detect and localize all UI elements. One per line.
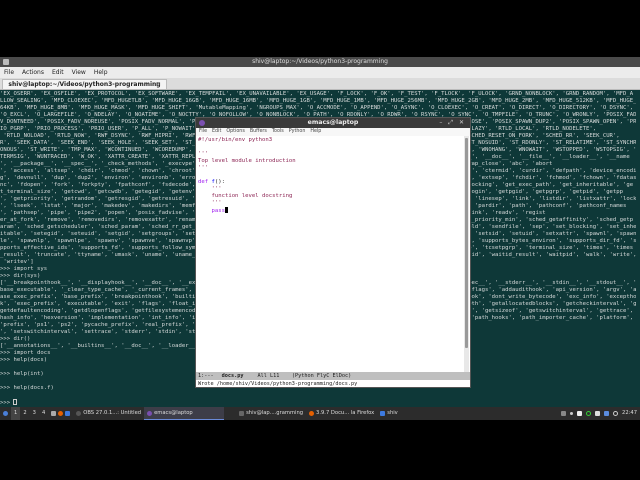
terminal-scrollbar[interactable] — [636, 90, 640, 404]
terminal-menubar: File Actions Edit View Help — [0, 67, 640, 78]
emacs-menubar: File Edit Options Buffers Tools Python Help — [196, 128, 470, 136]
taskbar: 1 2 3 4 OBS 27.0.1...: Untitled emacs@la… — [0, 407, 640, 420]
text-cursor — [224, 207, 228, 213]
terminal-icon — [3, 59, 9, 65]
terminal-prompt-line[interactable]: >>> — [0, 399, 640, 406]
terminal-line: LLOW_SEALING', 'MFD_CLOEXEC', 'MFD_HUGET… — [0, 98, 637, 104]
task-label: OBS 27.0.1...: Untitled — [83, 410, 142, 416]
terminal-title: shiv@laptop:~/Videos/python3-programming — [252, 58, 388, 65]
firefox-icon[interactable] — [58, 411, 64, 416]
code-pass: pass — [211, 208, 225, 214]
code-func-doc-open: ''' — [211, 186, 222, 192]
emacs-menu-options[interactable]: Options — [226, 129, 245, 134]
menu-help[interactable]: Help — [94, 69, 108, 76]
task-label: shiv@lap....gramming — [246, 410, 304, 416]
network-icon[interactable] — [595, 411, 601, 416]
firefox-icon — [309, 411, 315, 416]
system-tray: 22:47 — [561, 407, 640, 420]
code-editor[interactable]: #!/usr/bin/env python3 ''' Top level modu… — [196, 136, 464, 372]
emacs-title: emacs@laptop — [307, 119, 359, 126]
emacs-window[interactable]: emacs@laptop – ⤢ ✕ File Edit Options Buffers… — [195, 117, 471, 388]
menu-file[interactable]: File — [4, 69, 14, 76]
quicklaunch — [48, 407, 73, 420]
terminal-line: 64KB', 'MFD_HUGE_8MB', 'MFD_HUGE_MASK', … — [0, 105, 634, 111]
folder-icon — [380, 411, 386, 416]
task-terminal[interactable]: shiv@lap....gramming — [236, 407, 306, 420]
clock-icon — [613, 411, 619, 416]
tab-label: shiv@laptop:~/Videos/python3-programming — [8, 81, 161, 88]
task-files[interactable]: shiv — [377, 407, 401, 420]
emacs-menu-tools[interactable]: Tools — [272, 129, 284, 134]
emacs-icon — [147, 410, 153, 416]
menu-actions[interactable]: Actions — [22, 69, 44, 76]
emacs-scrollbar[interactable] — [464, 136, 469, 372]
modeline-state: 1:--- — [198, 373, 214, 379]
folder-icon[interactable] — [65, 411, 71, 416]
obs-tray-icon[interactable] — [586, 411, 592, 416]
window-controls[interactable]: – ⤢ ✕ — [439, 118, 466, 128]
emacs-menu-edit[interactable]: Edit — [212, 129, 221, 134]
code-func-params: (): — [214, 179, 225, 185]
emacs-menu-buffers[interactable]: Buffers — [250, 129, 267, 134]
emacs-modeline: 1:--- docs.py All L11 (Python FlyC ElDoc) — [196, 372, 470, 380]
code-shebang: #!/usr/bin/env python3 — [198, 137, 273, 143]
menu-edit[interactable]: Edit — [52, 69, 64, 76]
emacs-menu-python[interactable]: Python — [289, 129, 306, 134]
code-module-doc: Top level module introduction — [198, 158, 296, 164]
code-docstring-open: ''' — [198, 151, 209, 157]
task-emacs[interactable]: emacs@laptop — [144, 407, 225, 420]
task-obs[interactable]: OBS 27.0.1...: Untitled — [73, 407, 144, 420]
task-label: shiv — [387, 410, 398, 416]
bluetooth-icon[interactable] — [604, 411, 610, 416]
terminal-titlebar[interactable]: shiv@laptop:~/Videos/python3-programming — [0, 57, 640, 67]
terminal-cursor — [13, 399, 18, 405]
clock: 22:47 — [622, 410, 637, 416]
code-def-line: def f(): — [198, 179, 464, 186]
files-icon[interactable] — [51, 411, 57, 416]
workspace-4[interactable]: 4 — [39, 407, 48, 420]
emacs-titlebar[interactable]: emacs@laptop – ⤢ ✕ — [196, 118, 470, 128]
task-label: emacs@laptop — [154, 409, 193, 416]
workspace-1[interactable]: 1 — [11, 407, 21, 420]
terminal-line: 'EX_OSERR', 'EX_OSFILE', 'EX_PROTOCOL', … — [0, 91, 634, 97]
clipboard-icon[interactable] — [577, 411, 583, 416]
menu-view[interactable]: View — [72, 69, 86, 76]
volume-icon[interactable] — [570, 412, 574, 415]
obs-icon — [76, 411, 82, 416]
emacs-icon — [199, 120, 205, 126]
code-func-doc: function level docstring — [211, 193, 293, 199]
workspace-3[interactable]: 3 — [30, 407, 39, 420]
task-label: 3.9.7 Docu... la Firefox — [316, 410, 375, 416]
emacs-menu-help[interactable]: Help — [310, 129, 321, 134]
code-docstring-close: ''' — [198, 165, 209, 171]
workspace-2[interactable]: 2 — [20, 407, 29, 420]
code-func-doc-close: ''' — [211, 200, 222, 206]
terminal-icon — [239, 411, 245, 416]
task-firefox[interactable]: 3.9.7 Docu... la Firefox — [306, 407, 377, 420]
modeline-position: All L11 — [257, 373, 280, 379]
battery-icon[interactable] — [561, 411, 567, 416]
emacs-menu-file[interactable]: File — [199, 129, 207, 134]
terminal-tab[interactable]: shiv@laptop:~/Videos/python3-programming… — [2, 79, 167, 90]
scrollbar-thumb[interactable] — [465, 138, 468, 348]
close-tab-icon[interactable]: ⊗ — [155, 80, 160, 89]
prompt: >>> — [0, 400, 14, 406]
start-menu-icon[interactable] — [0, 407, 11, 420]
modeline-buffer: docs.py — [221, 373, 244, 379]
modeline-modes: (Python FlyC ElDoc) — [291, 373, 352, 379]
emacs-echo-area: Wrote /home/shiv/Videos/python3-programm… — [198, 381, 358, 387]
code-def: def — [198, 179, 209, 185]
terminal-tabbar: shiv@laptop:~/Videos/python3-programming… — [0, 78, 640, 90]
